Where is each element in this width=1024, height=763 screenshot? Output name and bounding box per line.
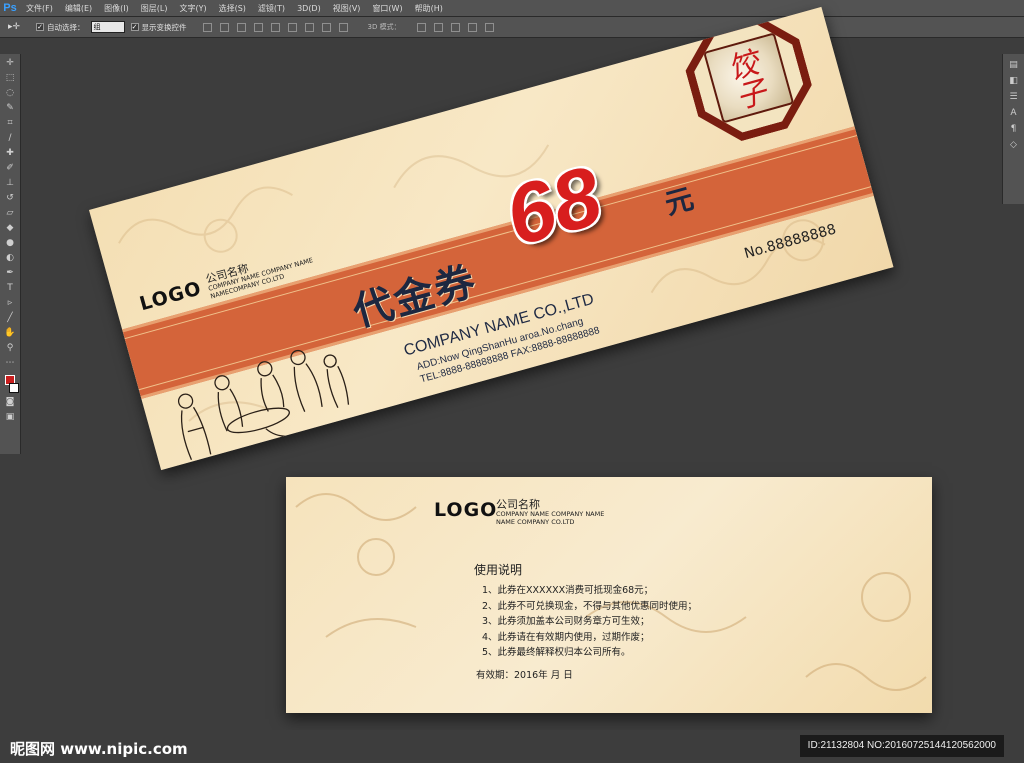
slide-3d-icon[interactable] [467, 22, 477, 32]
options-bar: ▸✛ ✓ 自动选择： 组 ✓ 显示变换控件 3D 模式： [0, 17, 1024, 38]
menu-help[interactable]: 帮助(H) [409, 0, 449, 17]
menu-view[interactable]: 视图(V) [327, 0, 367, 17]
checkmark-icon[interactable]: ✓ [130, 23, 139, 31]
paragraph-icon[interactable]: ¶ [1008, 124, 1020, 134]
menu-edit[interactable]: 编辑(E) [59, 0, 98, 17]
path-select-icon[interactable]: ▹ [4, 298, 16, 309]
3d-cube-icon[interactable]: ◇ [1008, 140, 1020, 150]
rotate-3d-icon[interactable] [416, 22, 426, 32]
character-icon[interactable]: A [1008, 108, 1020, 118]
document-canvas[interactable]: LOGO 公司名称 COMPANY NAME COMPANY NAME NAME… [22, 6, 1002, 730]
crop-icon[interactable]: ⌗ [4, 118, 16, 129]
menu-image[interactable]: 图像(I) [98, 0, 135, 17]
auto-select-option[interactable]: ✓ 自动选择： [36, 22, 85, 33]
rule-item: 4、此券请在有效期内使用，过期作废； [482, 631, 650, 643]
move-icon[interactable]: ✛ [4, 58, 16, 69]
rule-item: 5、此券最终解释权归本公司所有。 [482, 647, 631, 658]
align-buttons [202, 22, 348, 32]
zoom-icon[interactable]: ⚲ [4, 343, 16, 354]
distribute-icon[interactable] [338, 22, 348, 32]
voucher-front: LOGO 公司名称 COMPANY NAME COMPANY NAME NAME… [89, 6, 894, 471]
rule-item: 1、此券在XXXXXX消费可抵现金68元； [482, 585, 654, 596]
3d-buttons [416, 22, 494, 32]
move-icon[interactable]: ▸✛ [8, 22, 30, 32]
right-panel-dock: ▤ ◧ ☰ A ¶ ◇ [1002, 54, 1024, 204]
scale-3d-icon[interactable] [484, 22, 494, 32]
show-transform-label: 显示变换控件 [141, 22, 187, 32]
menu-window[interactable]: 窗口(W) [366, 0, 408, 17]
nipic-watermark: 昵图网 www.nipic.com [10, 740, 188, 758]
show-transform-option[interactable]: ✓ 显示变换控件 [130, 22, 187, 33]
history-brush-icon[interactable]: ↺ [4, 193, 16, 204]
auto-select-dropdown[interactable]: 组 [90, 21, 125, 33]
marquee-icon[interactable]: ⬚ [4, 73, 16, 84]
menu-type[interactable]: 文字(Y) [173, 0, 212, 17]
usage-heading: 使用说明 [474, 563, 523, 577]
menu-layer[interactable]: 图层(L) [135, 0, 174, 17]
dodge-icon[interactable]: ◐ [4, 253, 16, 264]
menu-bar: Ps 文件(F) 编辑(E) 图像(I) 图层(L) 文字(Y) 选择(S) 滤… [0, 0, 1024, 17]
brush-icon[interactable]: ✐ [4, 163, 16, 174]
shape-icon[interactable]: ╱ [4, 313, 16, 324]
rule-item: 2、此券不可兑换现金，不得与其他优惠同时使用； [482, 600, 698, 612]
tools-panel: ✛ ⬚ ◌ ✎ ⌗ ∕ ✚ ✐ ⊥ ↺ ▱ ◆ ● ◐ ✒ T ▹ ╱ ✋ ⚲ … [0, 54, 21, 454]
roll-3d-icon[interactable] [433, 22, 443, 32]
quick-mask-icon[interactable]: ◙ [4, 397, 16, 408]
menu-3d[interactable]: 3D(D) [291, 0, 327, 17]
align-middle-icon[interactable] [219, 22, 229, 32]
align-bottom-icon[interactable] [236, 22, 246, 32]
healing-icon[interactable]: ✚ [4, 148, 16, 159]
screen-mode-icon[interactable]: ▣ [4, 412, 16, 423]
voucher-back: LOGO 公司名称 COMPANY NAME COMPANY NAME NAME… [286, 477, 932, 713]
app-logo[interactable]: Ps [0, 0, 20, 17]
menu-filter[interactable]: 滤镜(T) [252, 0, 291, 17]
ellipsis-icon[interactable]: ⋯ [4, 358, 16, 369]
company-name-en: NAME COMPANY CO.LTD [496, 518, 575, 526]
distribute-icon[interactable] [321, 22, 331, 32]
pen-icon[interactable]: ✒ [4, 268, 16, 279]
footer: 昵图网 www.nipic.com ID:21132804 NO:2016072… [0, 730, 1024, 763]
lasso-icon[interactable]: ◌ [4, 88, 16, 99]
logo: LOGO [434, 499, 498, 521]
align-top-icon[interactable] [202, 22, 212, 32]
background-color-swatch[interactable] [9, 383, 19, 393]
align-left-icon[interactable] [253, 22, 263, 32]
company-name-en: COMPANY NAME COMPANY NAME [496, 510, 605, 518]
validity-date: 有效期：2016年 月 日 [476, 670, 573, 681]
align-right-icon[interactable] [287, 22, 297, 32]
menu-select[interactable]: 选择(S) [213, 0, 252, 17]
align-center-icon[interactable] [270, 22, 280, 32]
rule-item: 3、此券须加盖本公司财务章方可生效； [482, 616, 650, 627]
drag-3d-icon[interactable] [450, 22, 460, 32]
type-icon[interactable]: T [4, 283, 16, 294]
checkmark-icon[interactable]: ✓ [36, 23, 44, 31]
eraser-icon[interactable]: ▱ [4, 208, 16, 219]
history-icon[interactable]: ▤ [1008, 60, 1020, 70]
auto-select-label: 自动选择： [47, 22, 85, 32]
adjustments-icon[interactable]: ◧ [1008, 76, 1020, 86]
distribute-icon[interactable] [304, 22, 314, 32]
properties-icon[interactable]: ☰ [1008, 92, 1020, 102]
badge-text: 饺子 [724, 45, 771, 117]
quick-select-icon[interactable]: ✎ [4, 103, 16, 114]
image-id-label: ID:21132804 NO:20160725144120562000 [799, 735, 1004, 757]
usage-rules: 1、此券在XXXXXX消费可抵现金68元； 2、此券不可兑换现金，不得与其他优惠… [482, 583, 697, 661]
stamp-icon[interactable]: ⊥ [4, 178, 16, 189]
dumpling-image: 饺子 [703, 32, 794, 123]
mode-3d-label: 3D 模式： [367, 23, 401, 31]
photoshop-window: Ps 文件(F) 编辑(E) 图像(I) 图层(L) 文字(Y) 选择(S) 滤… [0, 0, 1024, 763]
menu-file[interactable]: 文件(F) [20, 0, 59, 17]
blur-icon[interactable]: ● [4, 238, 16, 249]
gradient-icon[interactable]: ◆ [4, 223, 16, 234]
hand-icon[interactable]: ✋ [4, 328, 16, 339]
eyedropper-icon[interactable]: ∕ [4, 133, 16, 144]
